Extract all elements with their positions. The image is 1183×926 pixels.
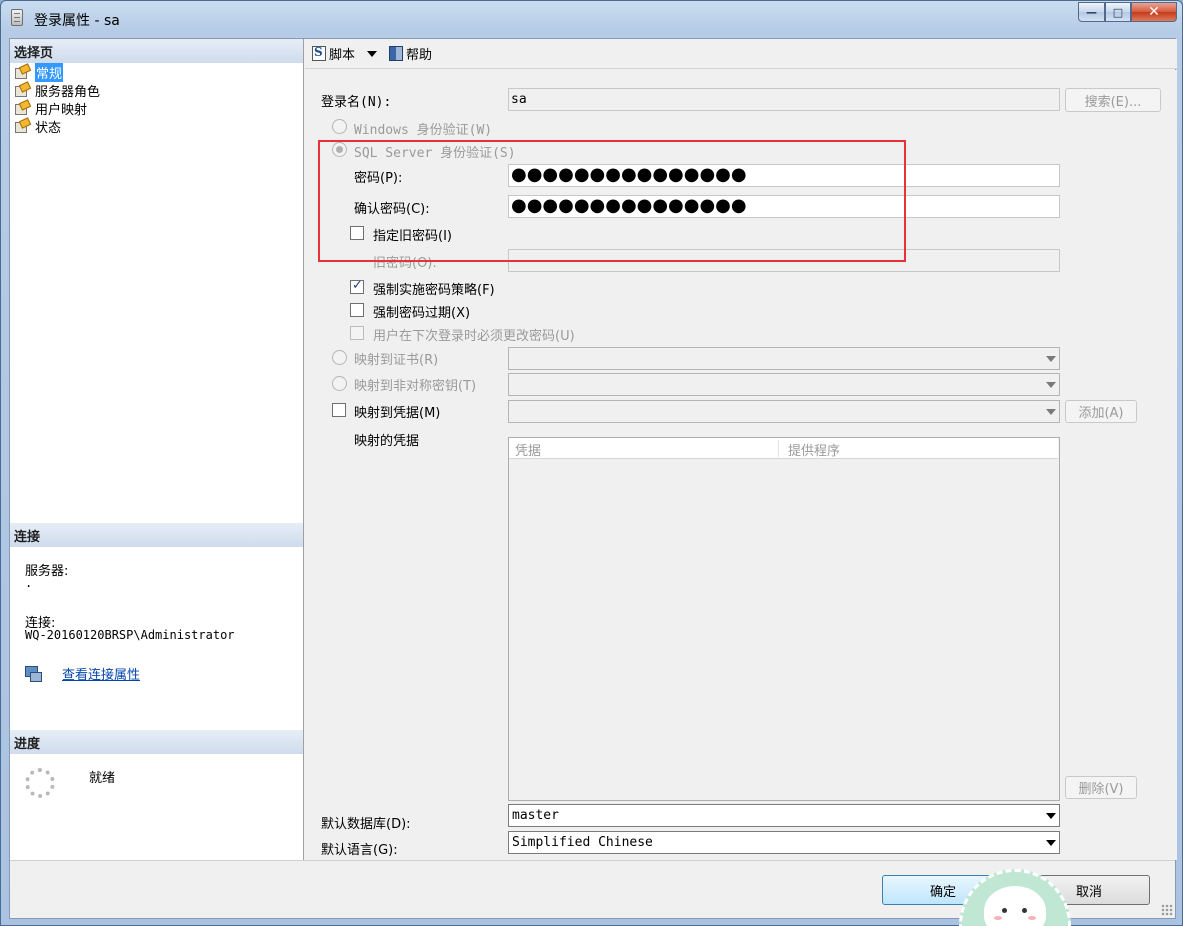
chevron-down-icon <box>1046 813 1056 819</box>
windows-auth-label: Windows 身份验证(W) <box>354 123 493 138</box>
enforce-expiration-checkbox[interactable] <box>350 303 364 317</box>
page-icon <box>14 101 29 115</box>
default-database-combo[interactable]: master <box>508 804 1060 827</box>
page-icon <box>14 83 29 97</box>
help-label: 帮助 <box>406 48 433 63</box>
remove-credential-button[interactable]: 删除(V) <box>1065 776 1137 799</box>
grid-column-divider <box>778 440 779 457</box>
map-credential-checkbox[interactable] <box>332 403 346 417</box>
login-name-label: 登录名(N): <box>321 95 392 110</box>
default-database-label: 默认数据库(D): <box>321 817 411 832</box>
page-icon <box>14 119 29 133</box>
enforce-password-policy-label: 强制实施密码策略(F) <box>373 283 495 298</box>
map-asymmetric-key-radio[interactable] <box>332 376 347 391</box>
resize-grip-icon[interactable] <box>1161 904 1173 916</box>
default-language-combo[interactable]: Simplified Chinese <box>508 831 1060 854</box>
script-icon <box>312 45 326 61</box>
cheek <box>1028 916 1036 920</box>
login-properties-window: 登录属性 - sa — □ ✕ 选择页 常规 服务器角色 用户映射 状态 连接 … <box>0 0 1183 926</box>
default-database-value: master <box>512 808 559 823</box>
close-button[interactable]: ✕ <box>1131 2 1177 22</box>
asymmetric-key-combo[interactable] <box>508 373 1060 396</box>
cheek <box>994 916 1002 920</box>
chevron-down-icon <box>1046 840 1056 846</box>
enforce-expiration-label: 强制密码过期(X) <box>373 306 471 321</box>
script-label: 脚本 <box>329 48 356 63</box>
nav-item-label: 用户映射 <box>35 102 88 118</box>
grid-header: 凭据 提供程序 <box>509 438 1058 459</box>
server-value: . <box>25 576 33 590</box>
windows-auth-radio[interactable] <box>332 119 347 134</box>
nav-item-label: 状态 <box>35 120 62 136</box>
annotation-highlight-box <box>318 140 906 262</box>
script-button[interactable]: 脚本 <box>312 44 383 63</box>
database-window-icon <box>11 9 23 26</box>
bear-face-icon <box>984 886 1046 926</box>
map-asymmetric-key-label: 映射到非对称密钥(T) <box>354 379 477 394</box>
progress-status: 就绪 <box>89 771 116 786</box>
view-connection-properties-link[interactable]: 查看连接属性 <box>62 664 140 683</box>
minimize-button[interactable]: — <box>1078 2 1105 22</box>
select-page-header: 选择页 <box>10 39 303 63</box>
search-button[interactable]: 搜索(E)... <box>1065 88 1161 112</box>
mapped-credentials-grid[interactable]: 凭据 提供程序 <box>508 437 1060 801</box>
credential-combo[interactable] <box>508 400 1060 423</box>
map-credential-label: 映射到凭据(M) <box>354 406 441 421</box>
connection-header: 连接 <box>10 523 303 547</box>
toolbar: 脚本 帮助 <box>305 39 1177 69</box>
grid-column-provider[interactable]: 提供程序 <box>788 440 840 459</box>
nav-item-label: 常规 <box>35 62 64 82</box>
nav-item-user-mapping[interactable]: 用户映射 <box>14 99 88 118</box>
window-title: 登录属性 - sa <box>34 13 120 29</box>
page-icon <box>14 65 29 79</box>
eye <box>1022 908 1027 913</box>
eye <box>1002 908 1007 913</box>
chevron-down-icon <box>1046 382 1056 388</box>
nav-item-general[interactable]: 常规 <box>14 62 64 82</box>
chevron-down-icon <box>1046 356 1056 362</box>
left-panel: 选择页 常规 服务器角色 用户映射 状态 连接 服务器: . 连接: WQ-20… <box>10 39 304 860</box>
nav-item-status[interactable]: 状态 <box>14 117 62 136</box>
help-button[interactable]: 帮助 <box>389 44 432 63</box>
nav-item-server-roles[interactable]: 服务器角色 <box>14 81 101 100</box>
mapped-credentials-label: 映射的凭据 <box>354 434 420 449</box>
map-certificate-radio[interactable] <box>332 350 347 365</box>
must-change-password-label: 用户在下次登录时必须更改密码(U) <box>373 329 575 344</box>
help-icon <box>389 46 404 61</box>
default-language-value: Simplified Chinese <box>512 835 653 850</box>
default-language-label: 默认语言(G): <box>321 843 398 858</box>
connection-properties-icon <box>25 666 42 682</box>
maximize-button[interactable]: □ <box>1105 2 1131 22</box>
connection-value: WQ-20160120BRSP\Administrator <box>25 628 235 642</box>
enforce-password-policy-checkbox[interactable] <box>350 278 364 294</box>
grid-column-credential[interactable]: 凭据 <box>515 440 541 459</box>
add-credential-button[interactable]: 添加(A) <box>1065 400 1137 423</box>
title-bar[interactable]: 登录属性 - sa — □ ✕ <box>1 1 1182 35</box>
progress-spinner-icon <box>25 768 55 798</box>
nav-item-label: 服务器角色 <box>35 84 101 100</box>
must-change-password-checkbox[interactable] <box>350 326 364 340</box>
login-name-field[interactable]: sa <box>508 88 1060 111</box>
chevron-down-icon[interactable] <box>367 50 378 57</box>
progress-header: 进度 <box>10 730 303 754</box>
window-controls: — □ ✕ <box>1078 2 1177 24</box>
chevron-down-icon <box>1046 409 1056 415</box>
certificate-combo[interactable] <box>508 347 1060 370</box>
map-certificate-label: 映射到证书(R) <box>354 353 439 368</box>
